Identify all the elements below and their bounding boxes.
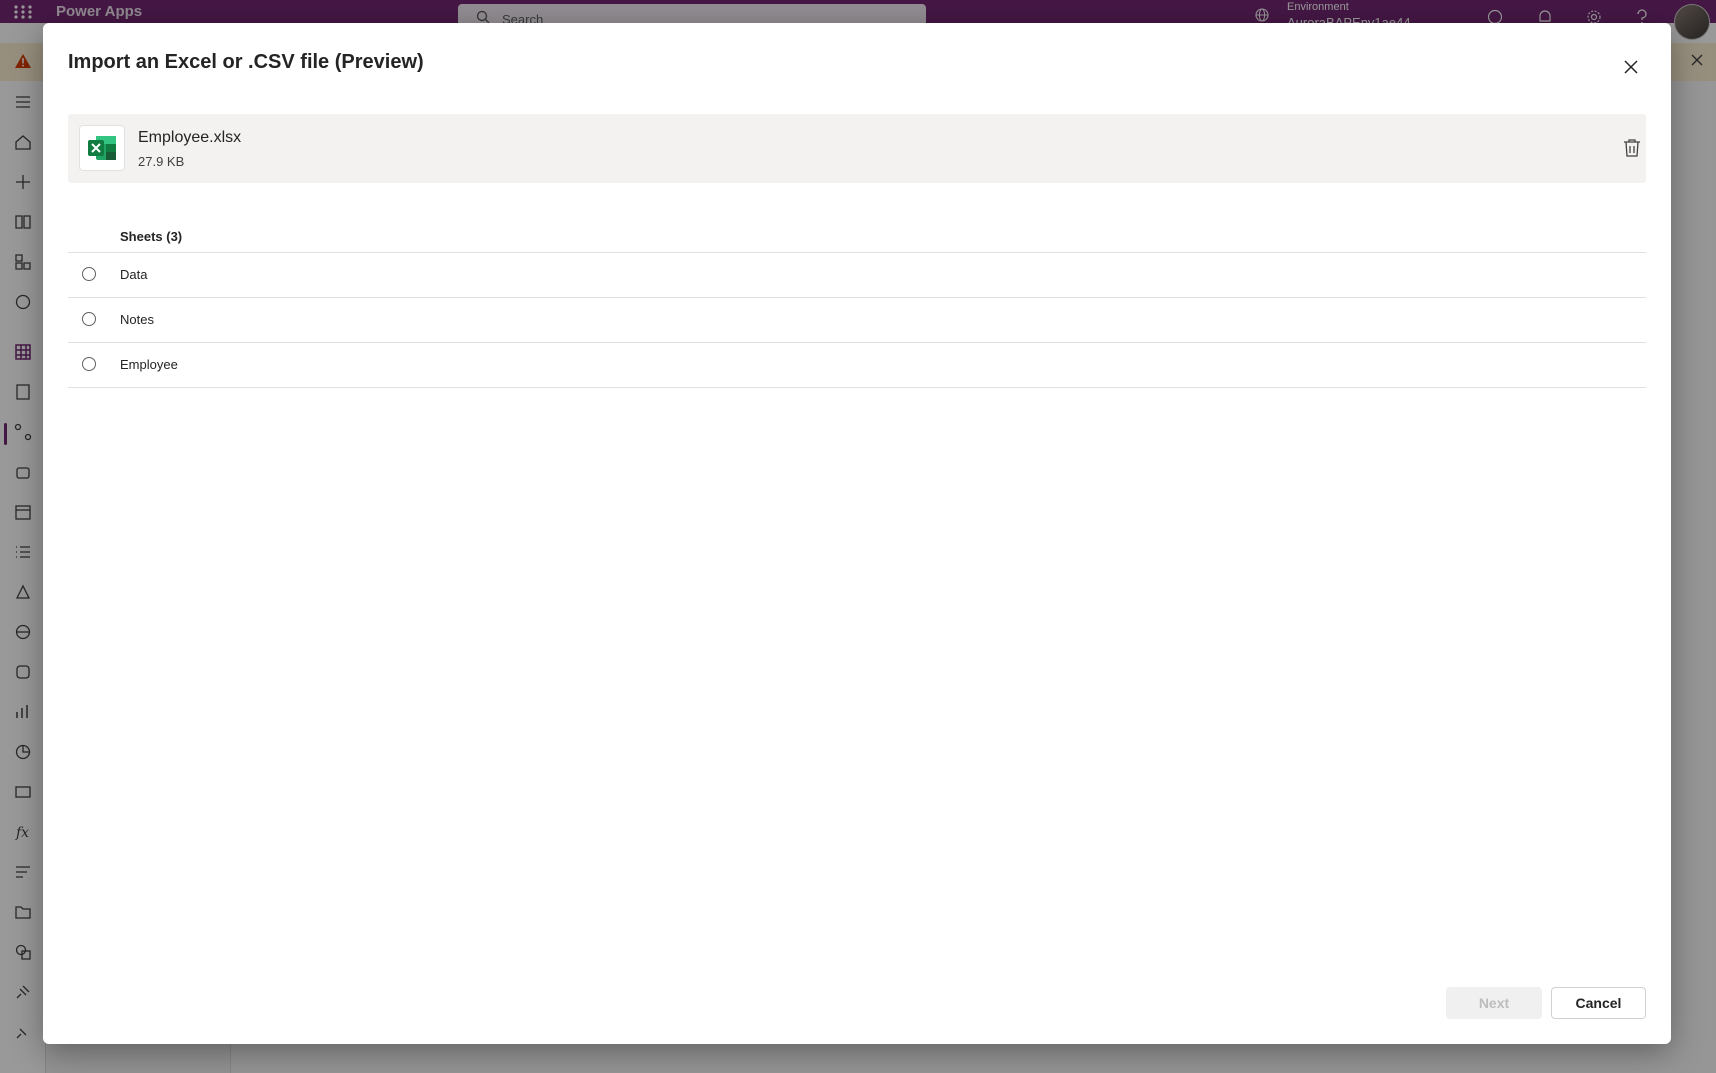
selected-file-card: Employee.xlsx 27.9 KB xyxy=(68,114,1646,183)
sheet-radio-notes[interactable] xyxy=(82,312,96,326)
sheets-header: Sheets (3) xyxy=(68,206,1646,253)
next-button[interactable]: Next xyxy=(1446,987,1542,1019)
sheets-count-label: Sheets (3) xyxy=(120,229,182,244)
sheet-row-data[interactable]: Data xyxy=(68,253,1646,298)
cancel-button[interactable]: Cancel xyxy=(1551,987,1646,1019)
sheet-radio-employee[interactable] xyxy=(82,357,96,371)
excel-file-icon xyxy=(79,125,125,171)
sheet-name: Employee xyxy=(120,357,178,372)
sheet-name: Data xyxy=(120,267,147,282)
delete-file-button[interactable] xyxy=(1620,136,1644,160)
sheet-row-notes[interactable]: Notes xyxy=(68,298,1646,343)
import-excel-dialog: Import an Excel or .CSV file (Preview) E… xyxy=(43,23,1671,1044)
file-size: 27.9 KB xyxy=(138,154,184,169)
sheet-list: Data Notes Employee xyxy=(68,253,1646,388)
sheet-row-employee[interactable]: Employee xyxy=(68,343,1646,388)
sheet-name: Notes xyxy=(120,312,154,327)
trash-icon xyxy=(1623,138,1641,158)
close-icon xyxy=(1623,59,1639,75)
sheet-radio-data[interactable] xyxy=(82,267,96,281)
dialog-title: Import an Excel or .CSV file (Preview) xyxy=(68,51,424,74)
file-name: Employee.xlsx xyxy=(138,129,241,147)
close-dialog-button[interactable] xyxy=(1616,52,1646,82)
